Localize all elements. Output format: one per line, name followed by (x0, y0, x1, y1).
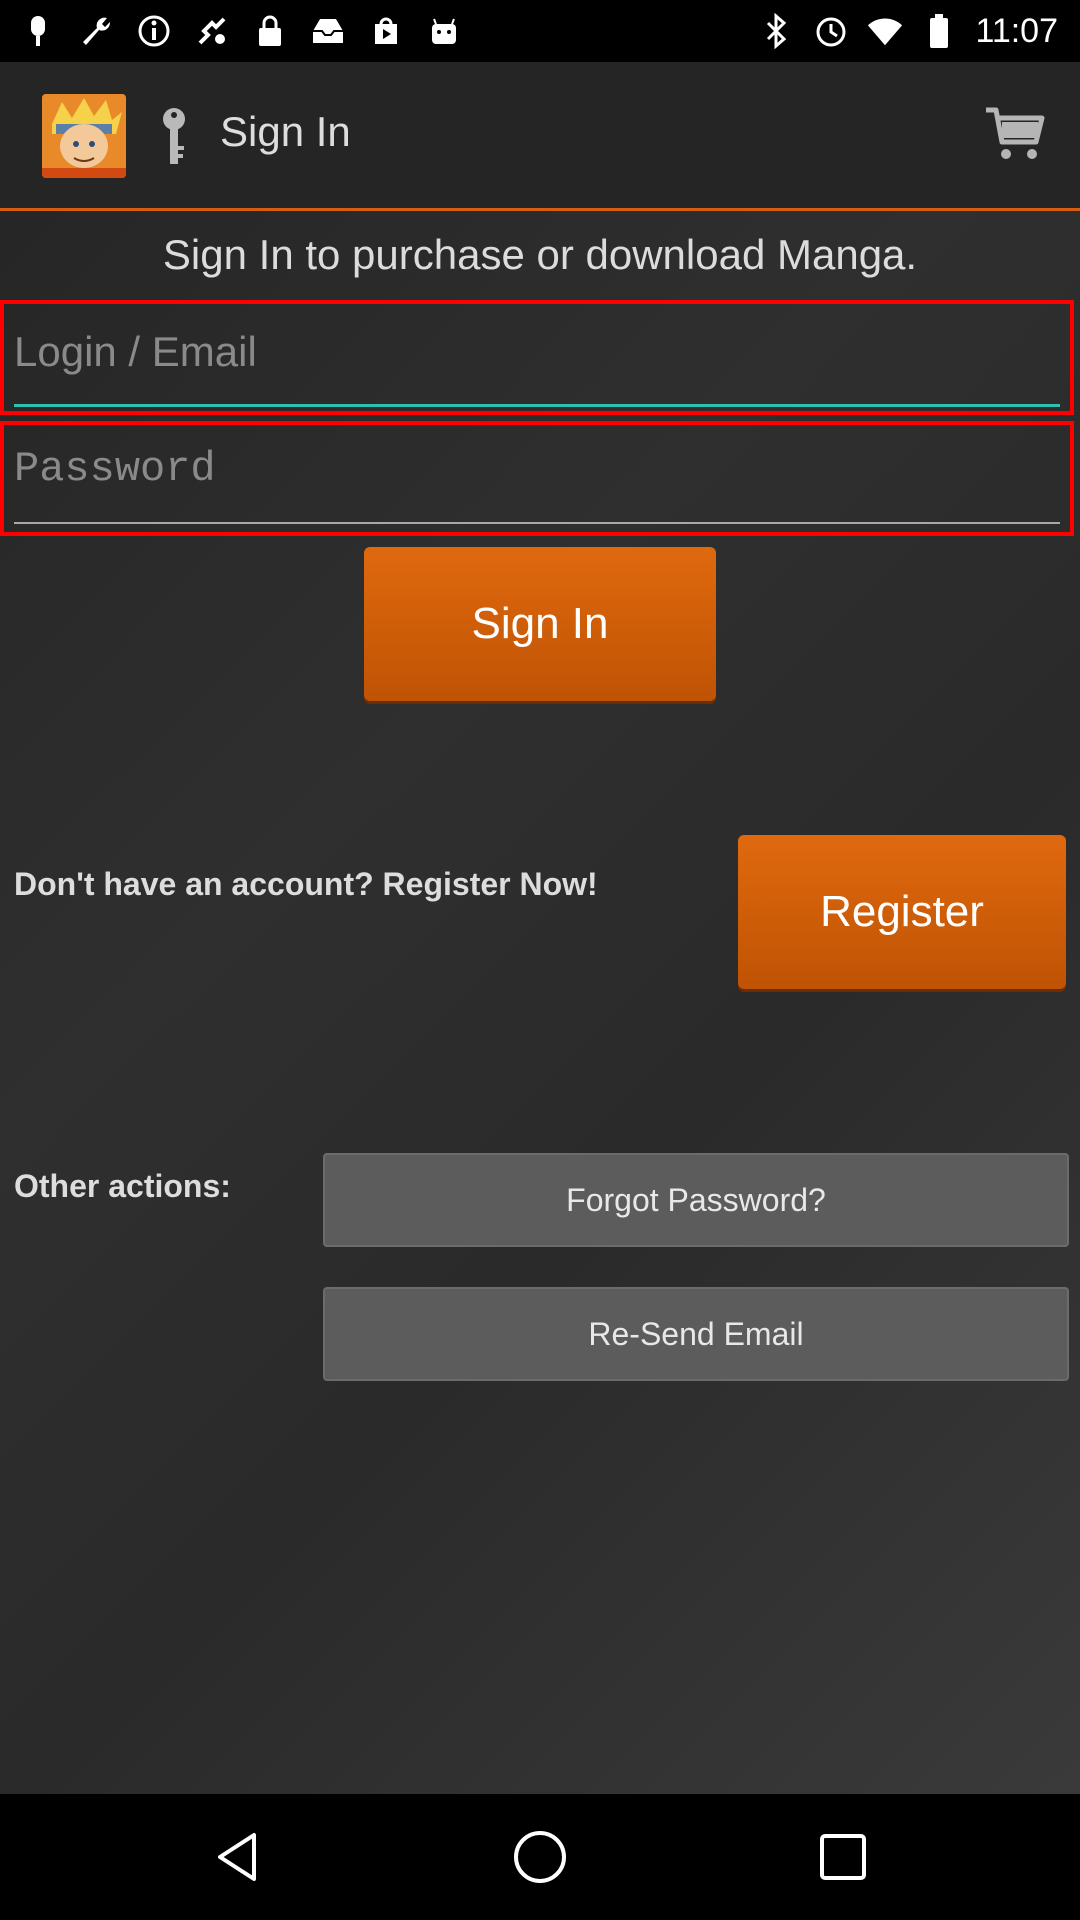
email-underline (14, 404, 1060, 407)
status-bar: 11:07 (0, 0, 1080, 62)
cart-icon[interactable] (984, 104, 1046, 164)
microphone-icon (20, 13, 56, 49)
sign-in-form: Sign In to purchase or download Manga. S… (0, 211, 1080, 1794)
password-underline (14, 522, 1060, 524)
other-actions-label: Other actions: (14, 1168, 231, 1204)
app-bar: Sign In (0, 62, 1080, 211)
key-icon (158, 106, 190, 168)
fake-gps-icon (194, 13, 230, 49)
email-field[interactable] (14, 324, 1060, 380)
register-prompt: Don't have an account? Register Now! (14, 866, 598, 902)
status-bar-right: 11:07 (759, 12, 1080, 51)
alarm-icon (813, 13, 849, 49)
sign-in-subtitle: Sign In to purchase or download Manga. (162, 231, 918, 278)
home-icon[interactable] (510, 1827, 570, 1887)
forgot-password-button[interactable]: Forgot Password? (323, 1153, 1069, 1247)
resend-email-button[interactable]: Re-Send Email (323, 1287, 1069, 1381)
info-icon (136, 13, 172, 49)
bluetooth-icon (759, 13, 795, 49)
password-field[interactable] (14, 441, 1060, 497)
email-field-container (0, 300, 1074, 415)
register-button[interactable]: Register (738, 835, 1066, 989)
inbox-icon (310, 13, 346, 49)
recent-apps-icon[interactable] (813, 1827, 873, 1887)
app-logo-icon[interactable] (42, 94, 126, 178)
back-icon[interactable] (210, 1827, 270, 1887)
status-bar-left (0, 13, 462, 49)
navigation-bar (0, 1794, 1080, 1920)
password-field-container (0, 421, 1074, 536)
status-time: 11:07 (975, 11, 1058, 50)
sign-in-button[interactable]: Sign In (364, 547, 716, 701)
lock-icon (252, 13, 288, 49)
battery-icon (921, 13, 957, 49)
android-icon (426, 13, 462, 49)
wifi-icon (867, 13, 903, 49)
wrench-icon (78, 13, 114, 49)
page-title: Sign In (220, 108, 351, 155)
play-store-icon (368, 13, 404, 49)
